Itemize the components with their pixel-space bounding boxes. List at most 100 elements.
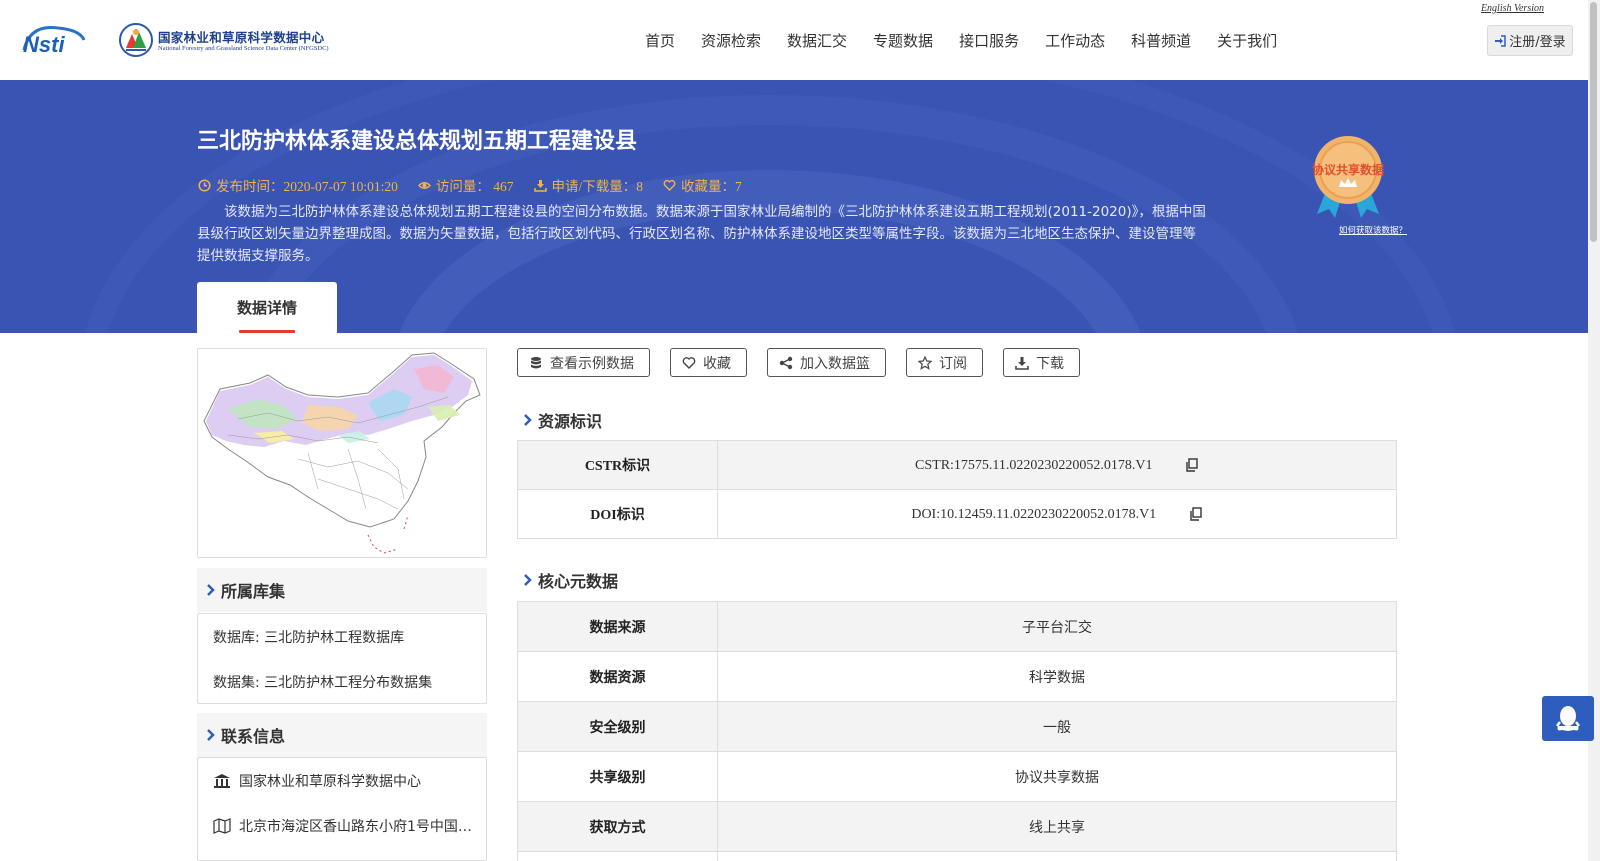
center-subtitle: National Forestry and Grassland Science … — [158, 45, 329, 52]
nav-item-home[interactable]: 首页 — [645, 30, 675, 51]
access-method-value: 线上共享 — [717, 801, 1397, 852]
dataset-map-thumbnail[interactable] — [197, 348, 487, 558]
tab-active-indicator — [239, 330, 295, 333]
nav-item-submit[interactable]: 数据汇交 — [787, 30, 847, 51]
copy-icon[interactable] — [1189, 506, 1203, 521]
download-count-text: 申请/下载量：8 — [551, 179, 644, 194]
identifiers-section-title: 资源标识 — [538, 412, 603, 431]
nav-item-topics[interactable]: 专题数据 — [873, 30, 933, 51]
doi-key: DOI标识 — [517, 489, 718, 539]
share-level-key: 共享级别 — [517, 751, 718, 802]
sign-in-icon — [1495, 34, 1507, 47]
subscribe-button[interactable]: 订阅 — [906, 348, 983, 377]
library-section-header: 所属库集 — [197, 568, 487, 612]
core-metadata-section-title: 核心元数据 — [538, 572, 619, 591]
nsti-logo[interactable]: Nsti — [20, 20, 100, 60]
main-nav: 首页 资源检索 数据汇交 专题数据 接口服务 工作动态 科普频道 关于我们 — [645, 30, 1303, 51]
contact-address: 北京市海淀区香山路东小府1号中国林业科学研究院 — [198, 803, 486, 848]
download-label: 下载 — [1036, 355, 1064, 372]
doi-value[interactable]: DOI:10.12459.11.0220230220052.0178.V1 — [911, 507, 1156, 522]
cstr-value-cell: CSTR:17575.11.0220230220052.0178.V1 — [717, 440, 1397, 490]
database-text: 数据库: 三北防护林工程数据库 — [213, 629, 405, 646]
table-row — [517, 851, 1397, 861]
library-section-title: 所属库集 — [221, 582, 286, 601]
favorite-label: 收藏 — [703, 355, 731, 372]
login-button[interactable]: 注册/登录 — [1487, 25, 1573, 56]
favorite-count-text: 收藏量：7 — [681, 179, 742, 194]
site-header: English Version Nsti 国家林业和草原科学数据中心 Natio… — [0, 0, 1573, 80]
nav-item-news[interactable]: 工作动态 — [1045, 30, 1105, 51]
clock-icon — [198, 178, 211, 192]
table-row: 数据资源 科学数据 — [517, 651, 1397, 702]
action-toolbar: 查看示例数据 收藏 加入数据篮 订阅 下载 — [517, 348, 1100, 377]
cstr-key: CSTR标识 — [517, 440, 718, 490]
core-metadata-table: 数据来源 子平台汇交 数据资源 科学数据 安全级别 一般 共享级别 协议共享数据… — [517, 601, 1397, 861]
data-source-value: 子平台汇交 — [717, 601, 1397, 652]
share-icon — [779, 356, 793, 369]
english-version-link[interactable]: English Version — [1481, 3, 1544, 14]
qq-penguin-icon — [1556, 705, 1580, 731]
nav-item-search[interactable]: 资源检索 — [701, 30, 761, 51]
contact-box: 国家林业和草原科学数据中心 北京市海淀区香山路东小府1号中国林业科学研究院 — [197, 757, 487, 861]
chevron-right-icon — [524, 414, 532, 426]
institution-icon — [214, 773, 230, 788]
identifiers-table: CSTR标识 CSTR:17575.11.0220230220052.0178.… — [517, 440, 1397, 539]
contact-org: 国家林业和草原科学数据中心 — [198, 758, 486, 803]
nav-item-science[interactable]: 科普频道 — [1131, 30, 1191, 51]
publish-time: 发布时间：2020-07-07 10:01:20 — [198, 175, 398, 195]
data-resource-key: 数据资源 — [517, 651, 718, 702]
database-icon — [531, 356, 541, 368]
chevron-right-icon — [207, 584, 215, 596]
visit-count-text: 访问量： 467 — [435, 179, 514, 194]
favorite-button[interactable]: 收藏 — [670, 348, 747, 377]
view-sample-data-button[interactable]: 查看示例数据 — [517, 348, 650, 377]
table-row: DOI标识 DOI:10.12459.11.0220230220052.0178… — [517, 489, 1397, 539]
database-link[interactable]: 数据库: 三北防护林工程数据库 — [198, 614, 486, 659]
dataset-banner: 三北防护林体系建设总体规划五期工程建设县 发布时间：2020-07-07 10:… — [0, 80, 1588, 333]
table-cell-cut — [717, 851, 1397, 861]
nav-item-api[interactable]: 接口服务 — [959, 30, 1019, 51]
table-row: 获取方式 线上共享 — [517, 801, 1397, 852]
security-level-key: 安全级别 — [517, 701, 718, 752]
scrollbar-thumb[interactable] — [1590, 2, 1597, 242]
how-to-get-data-link[interactable]: 如何获取该数据？ — [1339, 224, 1407, 236]
dataset-title: 三北防护林体系建设总体规划五期工程建设县 — [197, 129, 638, 154]
qq-contact-button[interactable] — [1542, 696, 1594, 741]
nsti-logo-text: Nsti — [23, 32, 65, 57]
identifiers-section-header: 资源标识 — [523, 408, 602, 432]
eye-icon — [417, 181, 431, 189]
subscribe-label: 订阅 — [939, 355, 967, 372]
share-level-value: 协议共享数据 — [717, 751, 1397, 802]
contact-section-header: 联系信息 — [197, 713, 487, 757]
contact-org-text: 国家林业和草原科学数据中心 — [239, 773, 421, 790]
badge-label: 协议共享数据 — [1312, 162, 1384, 177]
data-source-key: 数据来源 — [517, 601, 718, 652]
favorite-count: 收藏量：7 — [663, 175, 742, 195]
view-sample-data-label: 查看示例数据 — [550, 355, 634, 372]
dataset-description: 该数据为三北防护林体系建设总体规划五期工程建设县的空间分布数据。数据来源于国家林… — [197, 204, 1206, 264]
copy-icon[interactable] — [1185, 457, 1199, 472]
heart-icon — [663, 179, 676, 191]
nfgsdc-logo[interactable] — [118, 22, 154, 58]
add-to-basket-button[interactable]: 加入数据篮 — [767, 348, 886, 377]
contact-address-text: 北京市海淀区香山路东小府1号中国林业科学研究院 — [239, 818, 479, 835]
data-resource-value: 科学数据 — [717, 651, 1397, 702]
center-title: 国家林业和草原科学数据中心 — [158, 30, 325, 45]
cstr-value[interactable]: CSTR:17575.11.0220230220052.0178.V1 — [915, 458, 1153, 473]
access-method-key: 获取方式 — [517, 801, 718, 852]
tab-data-details-label: 数据详情 — [236, 299, 297, 317]
table-row: 安全级别 一般 — [517, 701, 1397, 752]
table-row: CSTR标识 CSTR:17575.11.0220230220052.0178.… — [517, 440, 1397, 490]
publish-time-text: 发布时间：2020-07-07 10:01:20 — [216, 179, 398, 194]
dataset-collection-link[interactable]: 数据集: 三北防护林工程分布数据集 — [198, 659, 486, 704]
download-icon — [1015, 356, 1029, 370]
chevron-right-icon — [524, 574, 532, 586]
download-icon — [533, 179, 547, 192]
download-count: 申请/下载量：8 — [533, 175, 644, 195]
nav-item-about[interactable]: 关于我们 — [1217, 30, 1277, 51]
tab-data-details[interactable]: 数据详情 — [197, 282, 337, 333]
map-icon — [213, 817, 231, 834]
download-button[interactable]: 下载 — [1003, 348, 1080, 377]
security-level-value: 一般 — [717, 701, 1397, 752]
dataset-collection-text: 数据集: 三北防护林工程分布数据集 — [213, 674, 433, 691]
